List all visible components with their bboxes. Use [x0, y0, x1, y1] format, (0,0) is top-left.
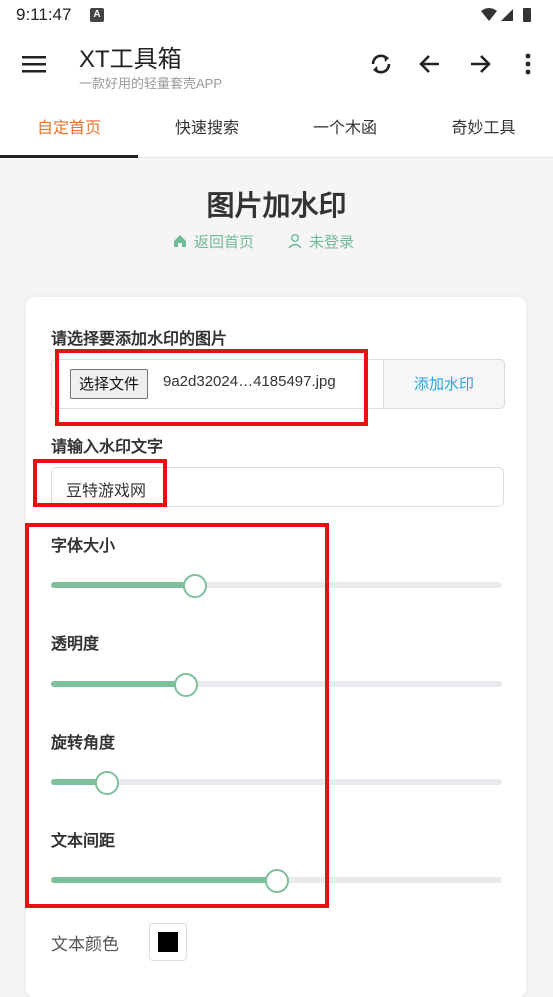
- app-bar: XT工具箱 一款好用的轻量套壳APP: [0, 30, 553, 100]
- page-title: 图片加水印: [206, 189, 347, 222]
- status-time: 9:11:47: [16, 5, 72, 24]
- signal-icon: [501, 9, 513, 21]
- more-vert-icon[interactable]: [514, 50, 542, 78]
- image-select-label: 请选择要添加水印的图片: [51, 329, 228, 348]
- page-nav: 返回首页 未登录: [0, 229, 553, 253]
- forward-arrow-icon[interactable]: [466, 50, 494, 78]
- user-icon: [288, 234, 302, 249]
- highlight-box-text: [33, 459, 167, 507]
- menu-icon[interactable]: [22, 54, 46, 74]
- home-icon: [174, 235, 186, 247]
- app-title: XT工具箱: [79, 46, 182, 73]
- text-color-picker[interactable]: [149, 923, 187, 961]
- login-link[interactable]: 未登录: [287, 229, 354, 253]
- tab-tools[interactable]: 奇妙工具: [414, 100, 553, 157]
- app-subtitle: 一款好用的轻量套壳APP: [79, 76, 223, 91]
- notification-a-icon: A: [90, 8, 104, 22]
- wifi-icon: [481, 8, 497, 21]
- tab-bar: 自定首页 快速搜索 一个木函 奇妙工具: [0, 100, 553, 158]
- tab-mu-han[interactable]: 一个木函: [276, 100, 414, 157]
- add-watermark-button[interactable]: 添加水印: [383, 359, 505, 409]
- status-icons: [481, 8, 531, 22]
- battery-icon: [523, 8, 531, 22]
- highlight-box-sliders: [25, 523, 329, 908]
- tab-quick-search[interactable]: 快速搜索: [138, 100, 276, 157]
- back-home-label: 返回首页: [194, 232, 255, 251]
- highlight-box-file: [55, 349, 368, 426]
- watermark-text-label: 请输入水印文字: [51, 437, 164, 456]
- tab-indicator: [0, 155, 138, 158]
- status-bar: 9:11:47 A: [0, 0, 553, 30]
- tab-custom-home[interactable]: 自定首页: [0, 100, 138, 157]
- back-arrow-icon[interactable]: [416, 50, 444, 78]
- back-home-link[interactable]: 返回首页: [172, 229, 254, 253]
- text-color-label: 文本颜色: [51, 935, 119, 955]
- color-swatch-fill: [158, 932, 178, 952]
- refresh-icon[interactable]: [367, 50, 395, 78]
- login-status-label: 未登录: [309, 232, 355, 251]
